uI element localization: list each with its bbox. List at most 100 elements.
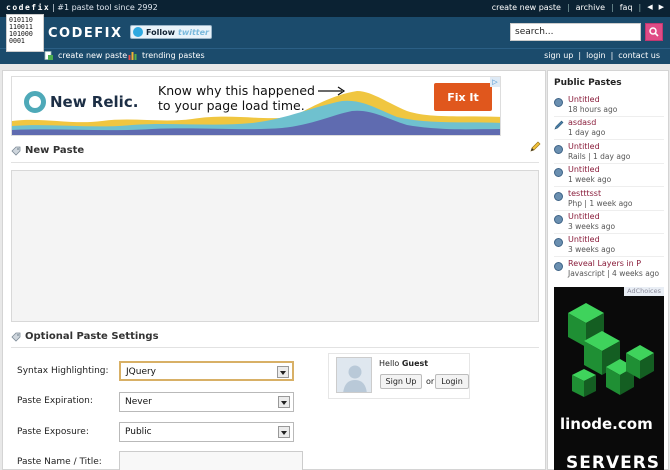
top-link-faq[interactable]: faq xyxy=(620,3,633,12)
header: CODEFIX Follow twitter xyxy=(0,17,670,48)
adchoices-label[interactable]: AdChoices xyxy=(624,287,664,296)
twitter-brand-label: twitter xyxy=(178,27,209,37)
twitter-follow-button[interactable]: Follow twitter xyxy=(130,25,212,39)
paste-title-link[interactable]: Untitled xyxy=(568,165,600,174)
ad-choices-icon[interactable]: ▷ xyxy=(490,77,500,87)
globe-icon xyxy=(554,238,563,247)
trending-pastes-link[interactable]: trending pastes xyxy=(128,51,205,60)
guest-greeting: Hello Guest xyxy=(379,359,428,368)
auth-links: sign up | login | contact us xyxy=(544,51,660,60)
public-pastes-sidebar: Public Pastes Untitled 18 hours ago asda… xyxy=(547,70,669,470)
login-button[interactable]: Login xyxy=(435,374,469,389)
optional-settings-heading: Optional Paste Settings xyxy=(11,331,159,342)
top-bar: codefix | #1 paste tool since 2992 creat… xyxy=(0,0,670,17)
globe-icon xyxy=(554,262,563,271)
paste-meta: Javascript | 4 weeks ago xyxy=(568,269,660,278)
paste-title-link[interactable]: Untitled xyxy=(568,235,600,244)
paste-name-input[interactable] xyxy=(119,451,303,470)
paste-meta: 3 weeks ago xyxy=(568,245,616,254)
linode-cubes-graphic xyxy=(568,303,654,397)
top-link-archive[interactable]: archive xyxy=(576,3,605,12)
paste-title-link[interactable]: Untitled xyxy=(568,142,600,151)
contact-us-link[interactable]: contact us xyxy=(618,51,660,60)
paste-expiration-select[interactable]: Never xyxy=(119,392,294,412)
ad-headline-line-2: to your page load time. xyxy=(158,98,305,113)
paste-title-link[interactable]: Untitled xyxy=(568,212,600,221)
tag-icon xyxy=(11,332,21,342)
new-paste-title: New Paste xyxy=(25,145,85,156)
document-icon xyxy=(44,51,53,60)
new-relic-logo: New Relic. xyxy=(24,91,138,113)
sign-up-link[interactable]: sign up xyxy=(544,51,573,60)
public-pastes-title: Public Pastes xyxy=(554,78,622,88)
globe-icon xyxy=(554,192,563,201)
paste-meta: Php | 1 week ago xyxy=(568,199,633,208)
bar-chart-icon xyxy=(128,52,137,60)
linode-ad[interactable]: AdChoices linode.com SERVERS xyxy=(554,287,664,470)
chevron-down-icon[interactable] xyxy=(277,366,289,378)
main-content: New Relic. Know why this happened to you… xyxy=(2,70,546,470)
arrow-left-icon[interactable]: ◀ xyxy=(647,3,652,12)
logo-text[interactable]: CODEFIX xyxy=(48,26,123,41)
guest-name: Guest xyxy=(401,359,429,368)
tag-icon xyxy=(11,146,21,156)
brand-name[interactable]: codefix xyxy=(6,3,50,12)
search-button[interactable] xyxy=(645,23,663,41)
ad-headline: Know why this happened to your page load… xyxy=(158,83,315,113)
search-input[interactable] xyxy=(510,23,641,41)
twitter-follow-label: Follow xyxy=(146,27,176,37)
avatar xyxy=(336,357,372,393)
syntax-highlighting-value: JQuery xyxy=(126,367,157,377)
fix-it-button[interactable]: Fix It xyxy=(434,83,492,111)
chevron-down-icon[interactable] xyxy=(278,426,290,438)
list-divider xyxy=(554,233,664,234)
globe-icon xyxy=(554,168,563,177)
paste-meta: 1 week ago xyxy=(568,175,612,184)
list-divider xyxy=(554,256,664,257)
create-new-paste-label: create new paste xyxy=(58,51,128,60)
top-links-separator: | xyxy=(566,3,570,12)
logo[interactable]: 010110 110011 101000 0001 xyxy=(6,14,44,52)
linode-tagline: SERVERS xyxy=(566,453,661,470)
create-new-paste-link[interactable]: create new paste xyxy=(44,51,127,60)
list-divider xyxy=(554,186,664,187)
twitter-bird-icon xyxy=(133,27,143,37)
guest-panel: Hello Guest Sign Up or Login xyxy=(328,353,470,399)
paste-title-link[interactable]: testttsst xyxy=(568,189,601,198)
paste-title-link[interactable]: Reveal Layers in P xyxy=(568,259,641,268)
paste-meta: 18 hours ago xyxy=(568,105,618,114)
trending-pastes-label: trending pastes xyxy=(142,51,205,60)
list-divider xyxy=(554,163,664,164)
top-links-separator: | xyxy=(638,3,642,12)
arrow-right-icon[interactable]: ▶ xyxy=(659,3,664,12)
sign-up-button[interactable]: Sign Up xyxy=(380,374,422,389)
list-divider xyxy=(554,139,664,140)
paste-title-link[interactable]: asdasd xyxy=(568,118,596,127)
top-links-separator: | xyxy=(611,3,614,12)
logo-bits-line: 0001 xyxy=(9,37,25,45)
auth-separator: | xyxy=(610,51,614,60)
paste-exposure-select[interactable]: Public xyxy=(119,422,294,442)
globe-icon xyxy=(554,98,563,107)
top-links: create new paste | archive | faq | ◀ ▶ xyxy=(492,3,664,12)
new-relic-brand: New Relic. xyxy=(50,93,139,111)
top-link-create-new-paste[interactable]: create new paste xyxy=(492,3,561,12)
tagline: | #1 paste tool since 2992 xyxy=(52,3,158,12)
syntax-highlighting-select[interactable]: JQuery xyxy=(119,361,294,381)
new-paste-heading: New Paste xyxy=(11,145,84,156)
paste-title-link[interactable]: Untitled xyxy=(568,95,600,104)
auth-separator: | xyxy=(578,51,582,60)
sub-navigation: create new paste trending pastes sign up… xyxy=(0,48,670,64)
pencil-icon[interactable] xyxy=(529,141,541,153)
list-divider xyxy=(554,210,664,211)
chevron-down-icon[interactable] xyxy=(278,396,290,408)
paste-textarea[interactable] xyxy=(11,170,539,322)
paste-meta: 3 weeks ago xyxy=(568,222,616,231)
list-divider xyxy=(554,116,664,117)
pencil-icon xyxy=(554,120,564,130)
new-relic-ad-banner[interactable]: New Relic. Know why this happened to you… xyxy=(11,76,501,136)
login-link[interactable]: login xyxy=(586,51,606,60)
search-icon xyxy=(649,27,659,37)
linode-brand: linode.com xyxy=(560,415,653,433)
ad-headline-line-1: Know why this happened xyxy=(158,83,315,98)
